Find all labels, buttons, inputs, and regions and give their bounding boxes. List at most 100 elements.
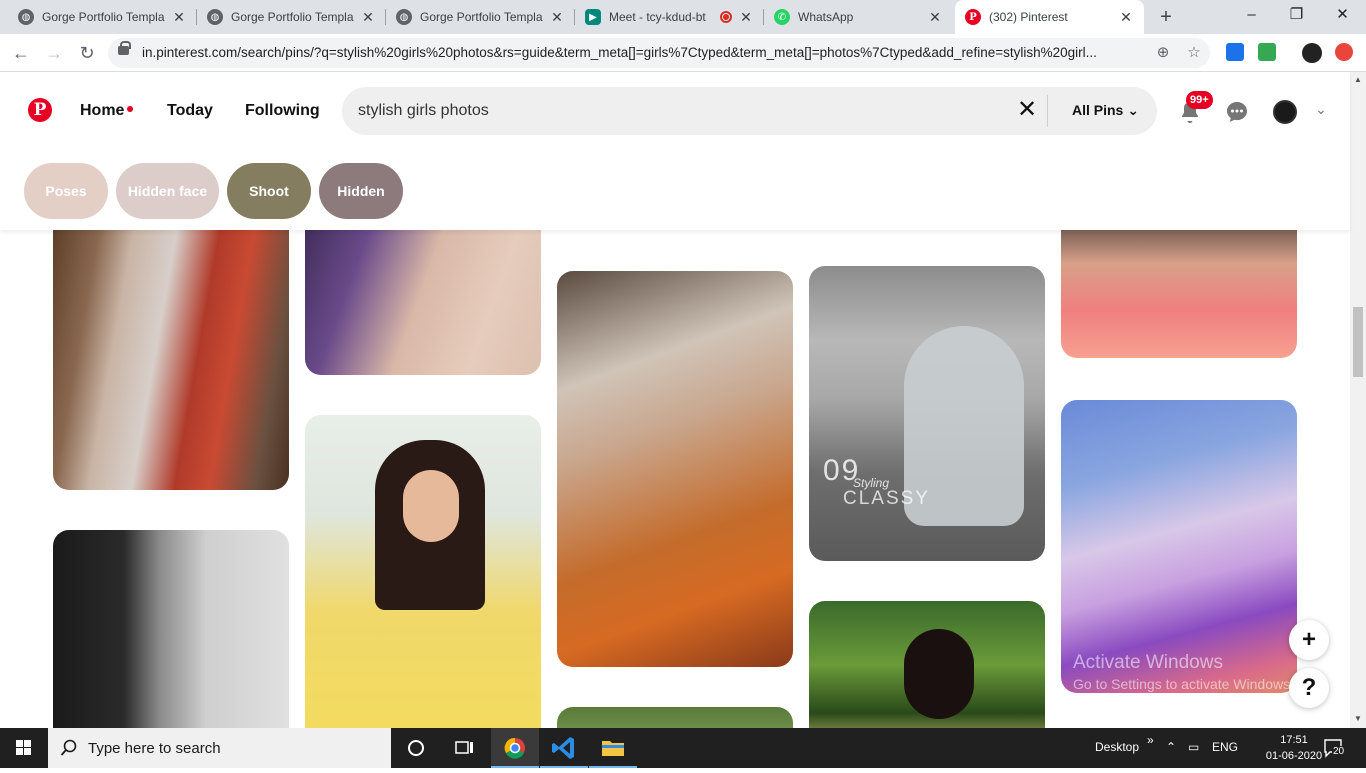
profile-avatar-icon[interactable] <box>1302 43 1322 63</box>
messages-icon[interactable] <box>1225 100 1249 124</box>
toolbar-chevron-icon[interactable]: » <box>1147 733 1154 747</box>
meet-icon: ▶ <box>585 9 601 25</box>
file-explorer-taskbar-icon[interactable] <box>589 728 637 768</box>
close-tab-icon[interactable]: ✕ <box>549 9 565 26</box>
pin-image[interactable] <box>305 415 541 728</box>
add-icon[interactable]: ⊕ <box>1154 44 1172 62</box>
pin-image[interactable] <box>557 271 793 667</box>
show-hidden-icons-icon[interactable]: ⌃ <box>1166 740 1176 754</box>
vertical-scrollbar[interactable]: ▲ ▼ <box>1350 72 1366 728</box>
nav-home[interactable]: Home <box>80 102 134 120</box>
browser-tab[interactable]: ✆ WhatsApp ✕ <box>764 0 953 34</box>
browser-tab[interactable]: ▶ Meet - tcy-kdud-bt ✕ <box>575 0 764 34</box>
vscode-icon <box>552 737 574 759</box>
cortana-icon[interactable] <box>392 728 440 768</box>
close-tab-icon[interactable]: ✕ <box>927 9 943 26</box>
folder-icon <box>602 741 624 756</box>
filter-dropdown[interactable]: All Pins ⌄ <box>1072 102 1139 119</box>
browser-tab[interactable]: ◍ Gorge Portfolio Templa ✕ <box>8 0 197 34</box>
chip-label: Poses <box>45 183 87 199</box>
tab-title: Gorge Portfolio Templa <box>231 10 354 24</box>
notification-count: 20 <box>1332 746 1346 757</box>
notification-center-icon[interactable]: 20 <box>1322 737 1348 759</box>
windows-taskbar: Type here to search Desktop » ⌃ ▭ ENG 17… <box>0 728 1366 768</box>
windows-start-icon[interactable] <box>0 728 48 768</box>
tab-title: WhatsApp <box>798 10 854 24</box>
browser-toolbar: ← → ↻ in.pinterest.com/search/pins/?q=st… <box>0 34 1366 72</box>
pinterest-icon: P <box>965 9 981 25</box>
extension-icon[interactable] <box>1226 43 1244 61</box>
chrome-taskbar-icon[interactable] <box>491 728 539 768</box>
maximize-icon[interactable]: ❐ <box>1274 0 1319 34</box>
update-icon[interactable] <box>1335 43 1353 61</box>
chevron-down-icon: ⌄ <box>1127 102 1139 118</box>
forward-icon[interactable]: → <box>43 42 65 64</box>
language-indicator[interactable]: ENG <box>1212 740 1238 754</box>
minimize-icon[interactable]: – <box>1229 0 1274 34</box>
chip-label: Shoot <box>249 183 289 199</box>
chevron-down-icon[interactable]: ⌄ <box>1312 100 1330 118</box>
vscode-taskbar-icon[interactable] <box>540 728 588 768</box>
back-icon[interactable]: ← <box>10 42 32 64</box>
extension-icon[interactable] <box>1258 43 1276 61</box>
desktop-toolbar-label[interactable]: Desktop <box>1095 740 1139 754</box>
taskbar-search[interactable]: Type here to search <box>48 728 391 768</box>
close-tab-icon[interactable]: ✕ <box>360 9 376 26</box>
bookmark-star-icon[interactable]: ☆ <box>1185 44 1203 62</box>
close-window-icon[interactable]: ✕ <box>1320 0 1365 34</box>
nav-home-label: Home <box>80 102 125 119</box>
globe-icon: ◍ <box>396 9 412 25</box>
chip-shoot[interactable]: Shoot <box>227 163 311 219</box>
scrollbar-thumb[interactable] <box>1353 307 1363 377</box>
watermark-subtitle: Go to Settings to activate Windows. <box>1073 676 1294 692</box>
pin-image[interactable] <box>53 230 289 490</box>
close-tab-icon[interactable]: ✕ <box>738 9 754 26</box>
pin-image[interactable] <box>305 230 541 375</box>
filter-label: All Pins <box>1072 102 1124 118</box>
close-tab-icon[interactable]: ✕ <box>171 9 187 26</box>
battery-icon[interactable]: ▭ <box>1188 740 1199 754</box>
address-bar[interactable]: in.pinterest.com/search/pins/?q=stylish%… <box>108 38 1210 68</box>
chip-label: Hidden <box>337 183 385 199</box>
reload-icon[interactable]: ↻ <box>76 42 98 64</box>
scroll-up-icon[interactable]: ▲ <box>1354 75 1362 84</box>
pin-image[interactable] <box>1061 230 1297 358</box>
add-pin-button[interactable]: + <box>1289 620 1329 660</box>
url-text[interactable]: in.pinterest.com/search/pins/?q=stylish%… <box>142 45 1147 60</box>
pinterest-header: P Home Today Following ✕ All Pins ⌄ 99+ … <box>0 72 1350 230</box>
pinterest-logo-icon[interactable]: P <box>28 98 52 122</box>
task-view-icon[interactable] <box>440 728 488 768</box>
recording-icon <box>720 11 732 23</box>
nav-today[interactable]: Today <box>167 102 213 120</box>
help-button[interactable]: ? <box>1289 668 1329 708</box>
activate-windows-watermark: Activate Windows Go to Settings to activ… <box>1073 652 1294 692</box>
browser-tab[interactable]: ◍ Gorge Portfolio Templa ✕ <box>386 0 575 34</box>
avatar[interactable] <box>1273 100 1297 124</box>
search-input[interactable] <box>358 99 958 123</box>
chip-poses[interactable]: Poses <box>24 163 108 219</box>
browser-tab-active[interactable]: P (302) Pinterest ✕ <box>955 0 1144 34</box>
chrome-icon <box>504 737 525 759</box>
notification-dot <box>127 105 134 112</box>
pin-image[interactable] <box>809 601 1045 728</box>
pin-image[interactable] <box>53 530 289 728</box>
clock[interactable]: 17:51 01-06-2020 <box>1264 732 1324 764</box>
pin-image[interactable]: 09 Styling CLASSY <box>809 266 1045 561</box>
pin-image[interactable] <box>557 707 793 728</box>
new-tab-button[interactable]: + <box>1155 6 1177 28</box>
chip-hidden-face[interactable]: Hidden face <box>116 163 219 219</box>
pin-image[interactable] <box>1061 400 1297 693</box>
scroll-down-icon[interactable]: ▼ <box>1354 714 1362 723</box>
search-divider <box>1047 95 1048 127</box>
close-tab-icon[interactable]: ✕ <box>1118 9 1134 26</box>
nav-following[interactable]: Following <box>245 102 320 120</box>
lock-icon <box>118 41 131 55</box>
pin-subject <box>904 629 974 719</box>
notification-badge: 99+ <box>1186 91 1213 109</box>
whatsapp-icon: ✆ <box>774 9 790 25</box>
globe-icon: ◍ <box>18 9 34 25</box>
browser-tab[interactable]: ◍ Gorge Portfolio Templa ✕ <box>197 0 386 34</box>
clear-search-icon[interactable]: ✕ <box>1015 98 1039 122</box>
chip-hidden[interactable]: Hidden <box>319 163 403 219</box>
tab-title: Meet - tcy-kdud-bt <box>609 10 706 24</box>
